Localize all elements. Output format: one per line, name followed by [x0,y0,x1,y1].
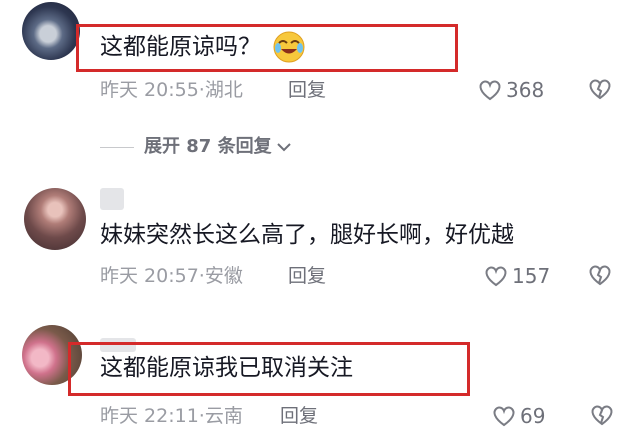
comment-time: 昨天 20:55 [100,79,199,101]
comment-location: 湖北 [204,79,243,101]
like-count: 368 [506,78,545,102]
comment-location: 云南 [204,405,243,427]
heart-outline-icon [484,265,508,287]
heart-outline-icon [492,405,516,427]
avatar[interactable] [24,188,86,250]
like-button[interactable]: 69 [492,404,545,428]
dislike-button[interactable] [588,264,612,286]
reply-button[interactable]: 回复 [288,78,326,102]
like-count: 157 [512,264,551,288]
expand-replies-label: 展开 87 条回复 [144,136,272,157]
like-count: 69 [520,404,546,428]
broken-heart-icon [588,264,612,286]
dislike-button[interactable] [588,78,612,100]
comment-text: 妹妹突然长这么高了，腿好长啊，好优越 [100,222,514,248]
expand-divider [100,147,134,148]
broken-heart-icon [590,404,614,426]
comment-text: 这都能原谅我已取消关注 [100,355,353,381]
comment-meta: 昨天 20:57·安徽 [100,264,243,288]
heart-outline-icon [478,79,502,101]
comment-meta: 昨天 20:55·湖北 [100,78,243,102]
like-button[interactable]: 368 [478,78,544,102]
expand-replies-button[interactable]: 展开 87 条回复 [144,135,292,159]
like-button[interactable]: 157 [484,264,550,288]
broken-heart-icon [588,78,612,100]
comment-text: 这都能原谅吗？ [100,34,261,60]
crying-laughing-emoji-icon [272,30,306,64]
reply-button[interactable]: 回复 [280,404,318,428]
dislike-button[interactable] [590,404,614,426]
blurred-username [100,188,124,210]
comment-time: 昨天 22:11 [100,405,199,427]
reply-button[interactable]: 回复 [288,264,326,288]
avatar[interactable] [22,2,80,60]
comment-time: 昨天 20:57 [100,265,199,287]
chevron-down-icon [276,141,292,153]
comment-meta: 昨天 22:11·云南 [100,404,243,428]
comment-location: 安徽 [204,265,243,287]
